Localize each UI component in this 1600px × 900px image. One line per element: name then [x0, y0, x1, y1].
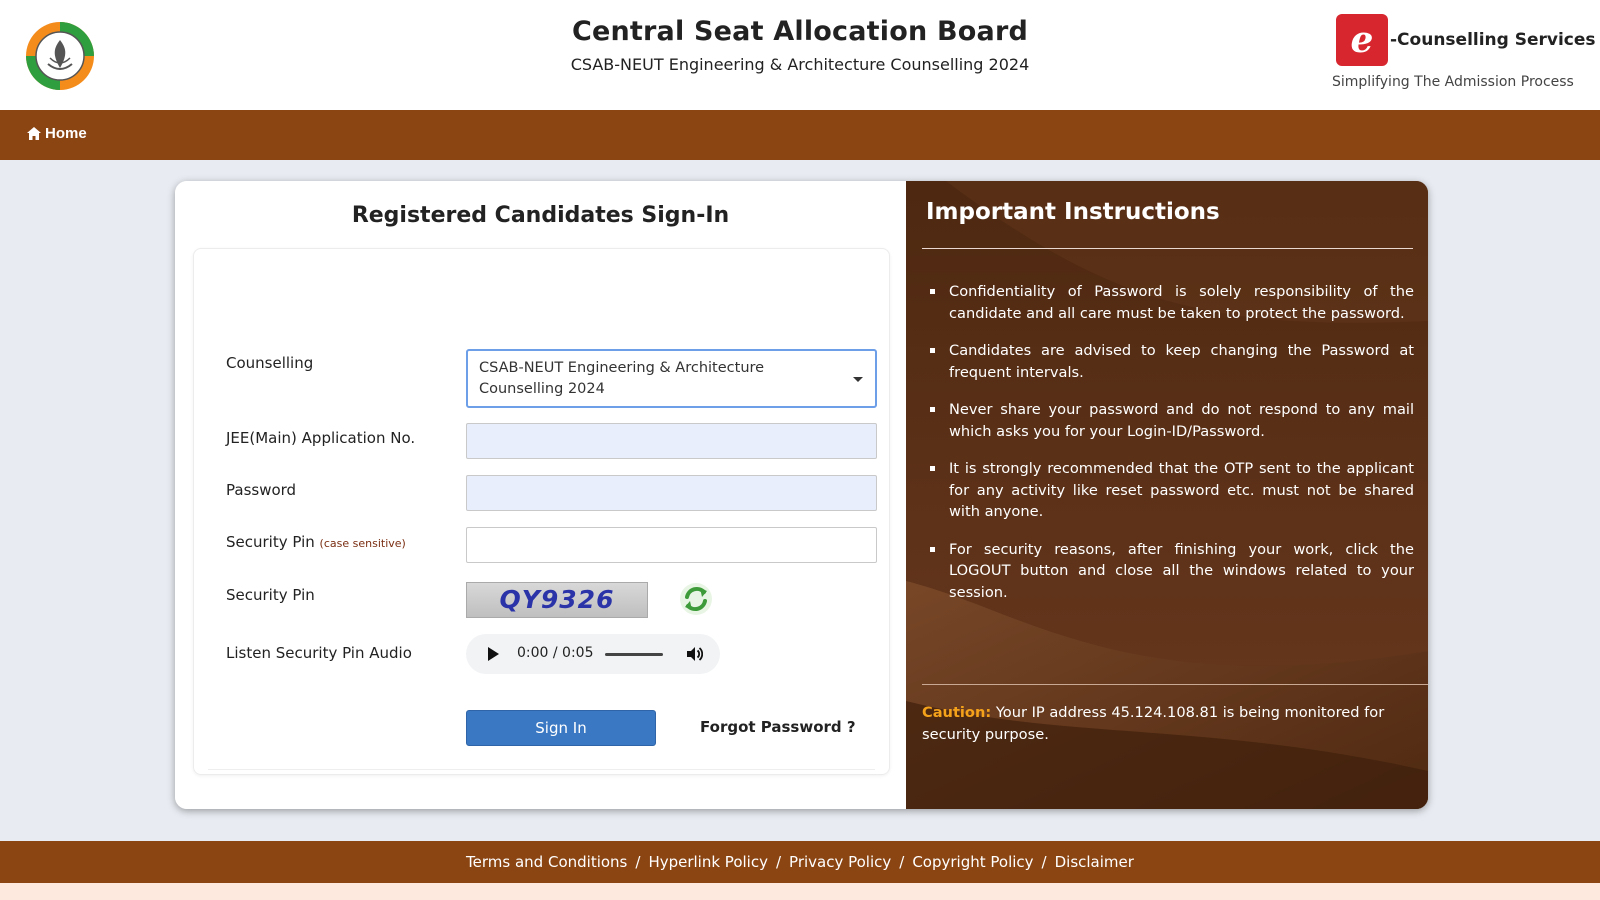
volume-icon[interactable]	[685, 645, 703, 663]
nav-home-link[interactable]: Home	[27, 125, 87, 142]
caution-divider	[922, 684, 1428, 685]
counselling-selected-line2: Counselling 2024	[479, 381, 605, 397]
counselling-selected-line1: CSAB-NEUT Engineering & Architecture	[479, 360, 765, 376]
form-divider	[208, 769, 875, 770]
brand-name: -Counselling Services	[1390, 30, 1596, 50]
main-navbar: Home	[0, 110, 1600, 160]
case-sensitive-note: (case sensitive)	[319, 537, 406, 550]
password-label: Password	[226, 481, 297, 499]
play-icon[interactable]	[488, 647, 499, 661]
caution-text: Your IP address 45.124.108.81 is being m…	[922, 704, 1385, 743]
security-pin-input-label: Security Pin (case sensitive)	[226, 533, 406, 551]
instruction-item: Confidentiality of Password is solely re…	[928, 281, 1414, 324]
counselling-select[interactable]: CSAB-NEUT Engineering & Architecture Cou…	[466, 349, 877, 408]
security-pin-audio-player: 0:00 / 0:05	[466, 634, 720, 674]
forgot-password-link[interactable]: Forgot Password ?	[700, 718, 856, 736]
footer-separator: /	[775, 853, 782, 871]
audio-progress-track[interactable]	[605, 653, 663, 656]
chevron-down-icon	[853, 377, 863, 382]
footer-link-copyright-policy[interactable]: Copyright Policy	[912, 853, 1033, 871]
footer-link-hyperlink-policy[interactable]: Hyperlink Policy	[648, 853, 768, 871]
instruction-item: Candidates are advised to keep changing …	[928, 340, 1414, 383]
sign-in-button[interactable]: Sign In	[466, 710, 656, 746]
application-no-input[interactable]	[466, 423, 877, 459]
caution-notice: Caution: Your IP address 45.124.108.81 i…	[922, 702, 1412, 745]
instruction-item: For security reasons, after finishing yo…	[928, 539, 1414, 604]
instructions-panel: Important Instructions Confidentiality o…	[906, 181, 1428, 809]
audio-time: 0:00 / 0:05	[517, 645, 594, 661]
instructions-divider	[922, 248, 1413, 249]
bottom-strip	[0, 883, 1600, 900]
security-pin-input[interactable]	[466, 527, 877, 563]
instruction-item: It is strongly recommended that the OTP …	[928, 458, 1414, 523]
signin-panel: Registered Candidates Sign-In Counsellin…	[175, 181, 906, 809]
e-counselling-logo: e -Counselling Services Simplifying The …	[1332, 14, 1596, 96]
counselling-label: Counselling	[226, 354, 314, 372]
footer-link-terms[interactable]: Terms and Conditions	[466, 853, 627, 871]
footer-link-disclaimer[interactable]: Disclaimer	[1055, 853, 1134, 871]
nav-home-label: Home	[45, 125, 87, 142]
footer-separator: /	[1041, 853, 1047, 871]
site-header: Central Seat Allocation Board CSAB-NEUT …	[0, 0, 1600, 110]
security-pin-captcha: QY9326	[466, 582, 648, 618]
footer-separator: /	[899, 853, 905, 871]
caution-label: Caution:	[922, 704, 992, 721]
instructions-list: Confidentiality of Password is solely re…	[928, 281, 1414, 619]
footer-link-privacy-policy[interactable]: Privacy Policy	[789, 853, 891, 871]
site-footer: Terms and Conditions / Hyperlink Policy …	[0, 841, 1600, 883]
brand-mark: e	[1336, 14, 1388, 66]
signin-form: Counselling CSAB-NEUT Engineering & Arch…	[193, 248, 890, 775]
password-input[interactable]	[466, 475, 877, 511]
audio-label: Listen Security Pin Audio	[226, 644, 412, 662]
security-pin-captcha-label: Security Pin	[226, 586, 315, 604]
signin-title: Registered Candidates Sign-In	[351, 203, 730, 228]
brand-tagline: Simplifying The Admission Process	[1332, 74, 1574, 90]
security-pin-label-text: Security Pin	[226, 533, 315, 551]
footer-separator: /	[635, 853, 641, 871]
instruction-item: Never share your password and do not res…	[928, 399, 1414, 442]
application-no-label: JEE(Main) Application No.	[226, 429, 416, 447]
signin-card: Registered Candidates Sign-In Counsellin…	[175, 181, 1428, 809]
instructions-title: Important Instructions	[926, 199, 1220, 225]
refresh-icon[interactable]	[678, 581, 714, 617]
home-icon	[27, 127, 41, 140]
